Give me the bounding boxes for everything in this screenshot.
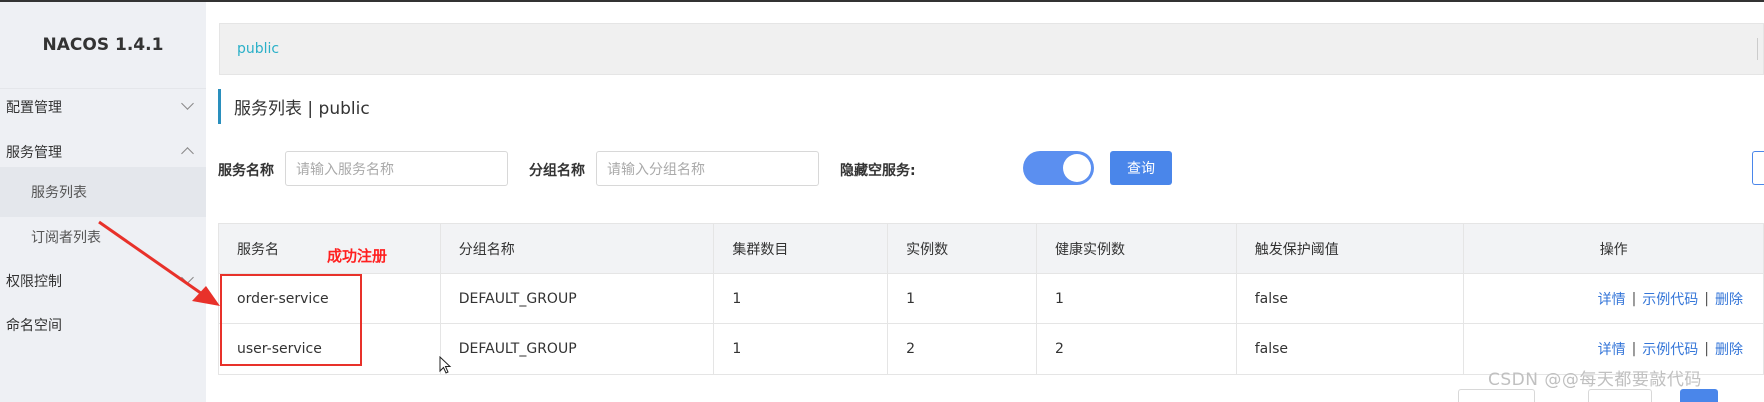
mouse-cursor-icon [439, 356, 452, 374]
watermark: CSDN @@每天都要敲代码 [1488, 370, 1702, 390]
annotation-arrow-icon [98, 220, 220, 306]
